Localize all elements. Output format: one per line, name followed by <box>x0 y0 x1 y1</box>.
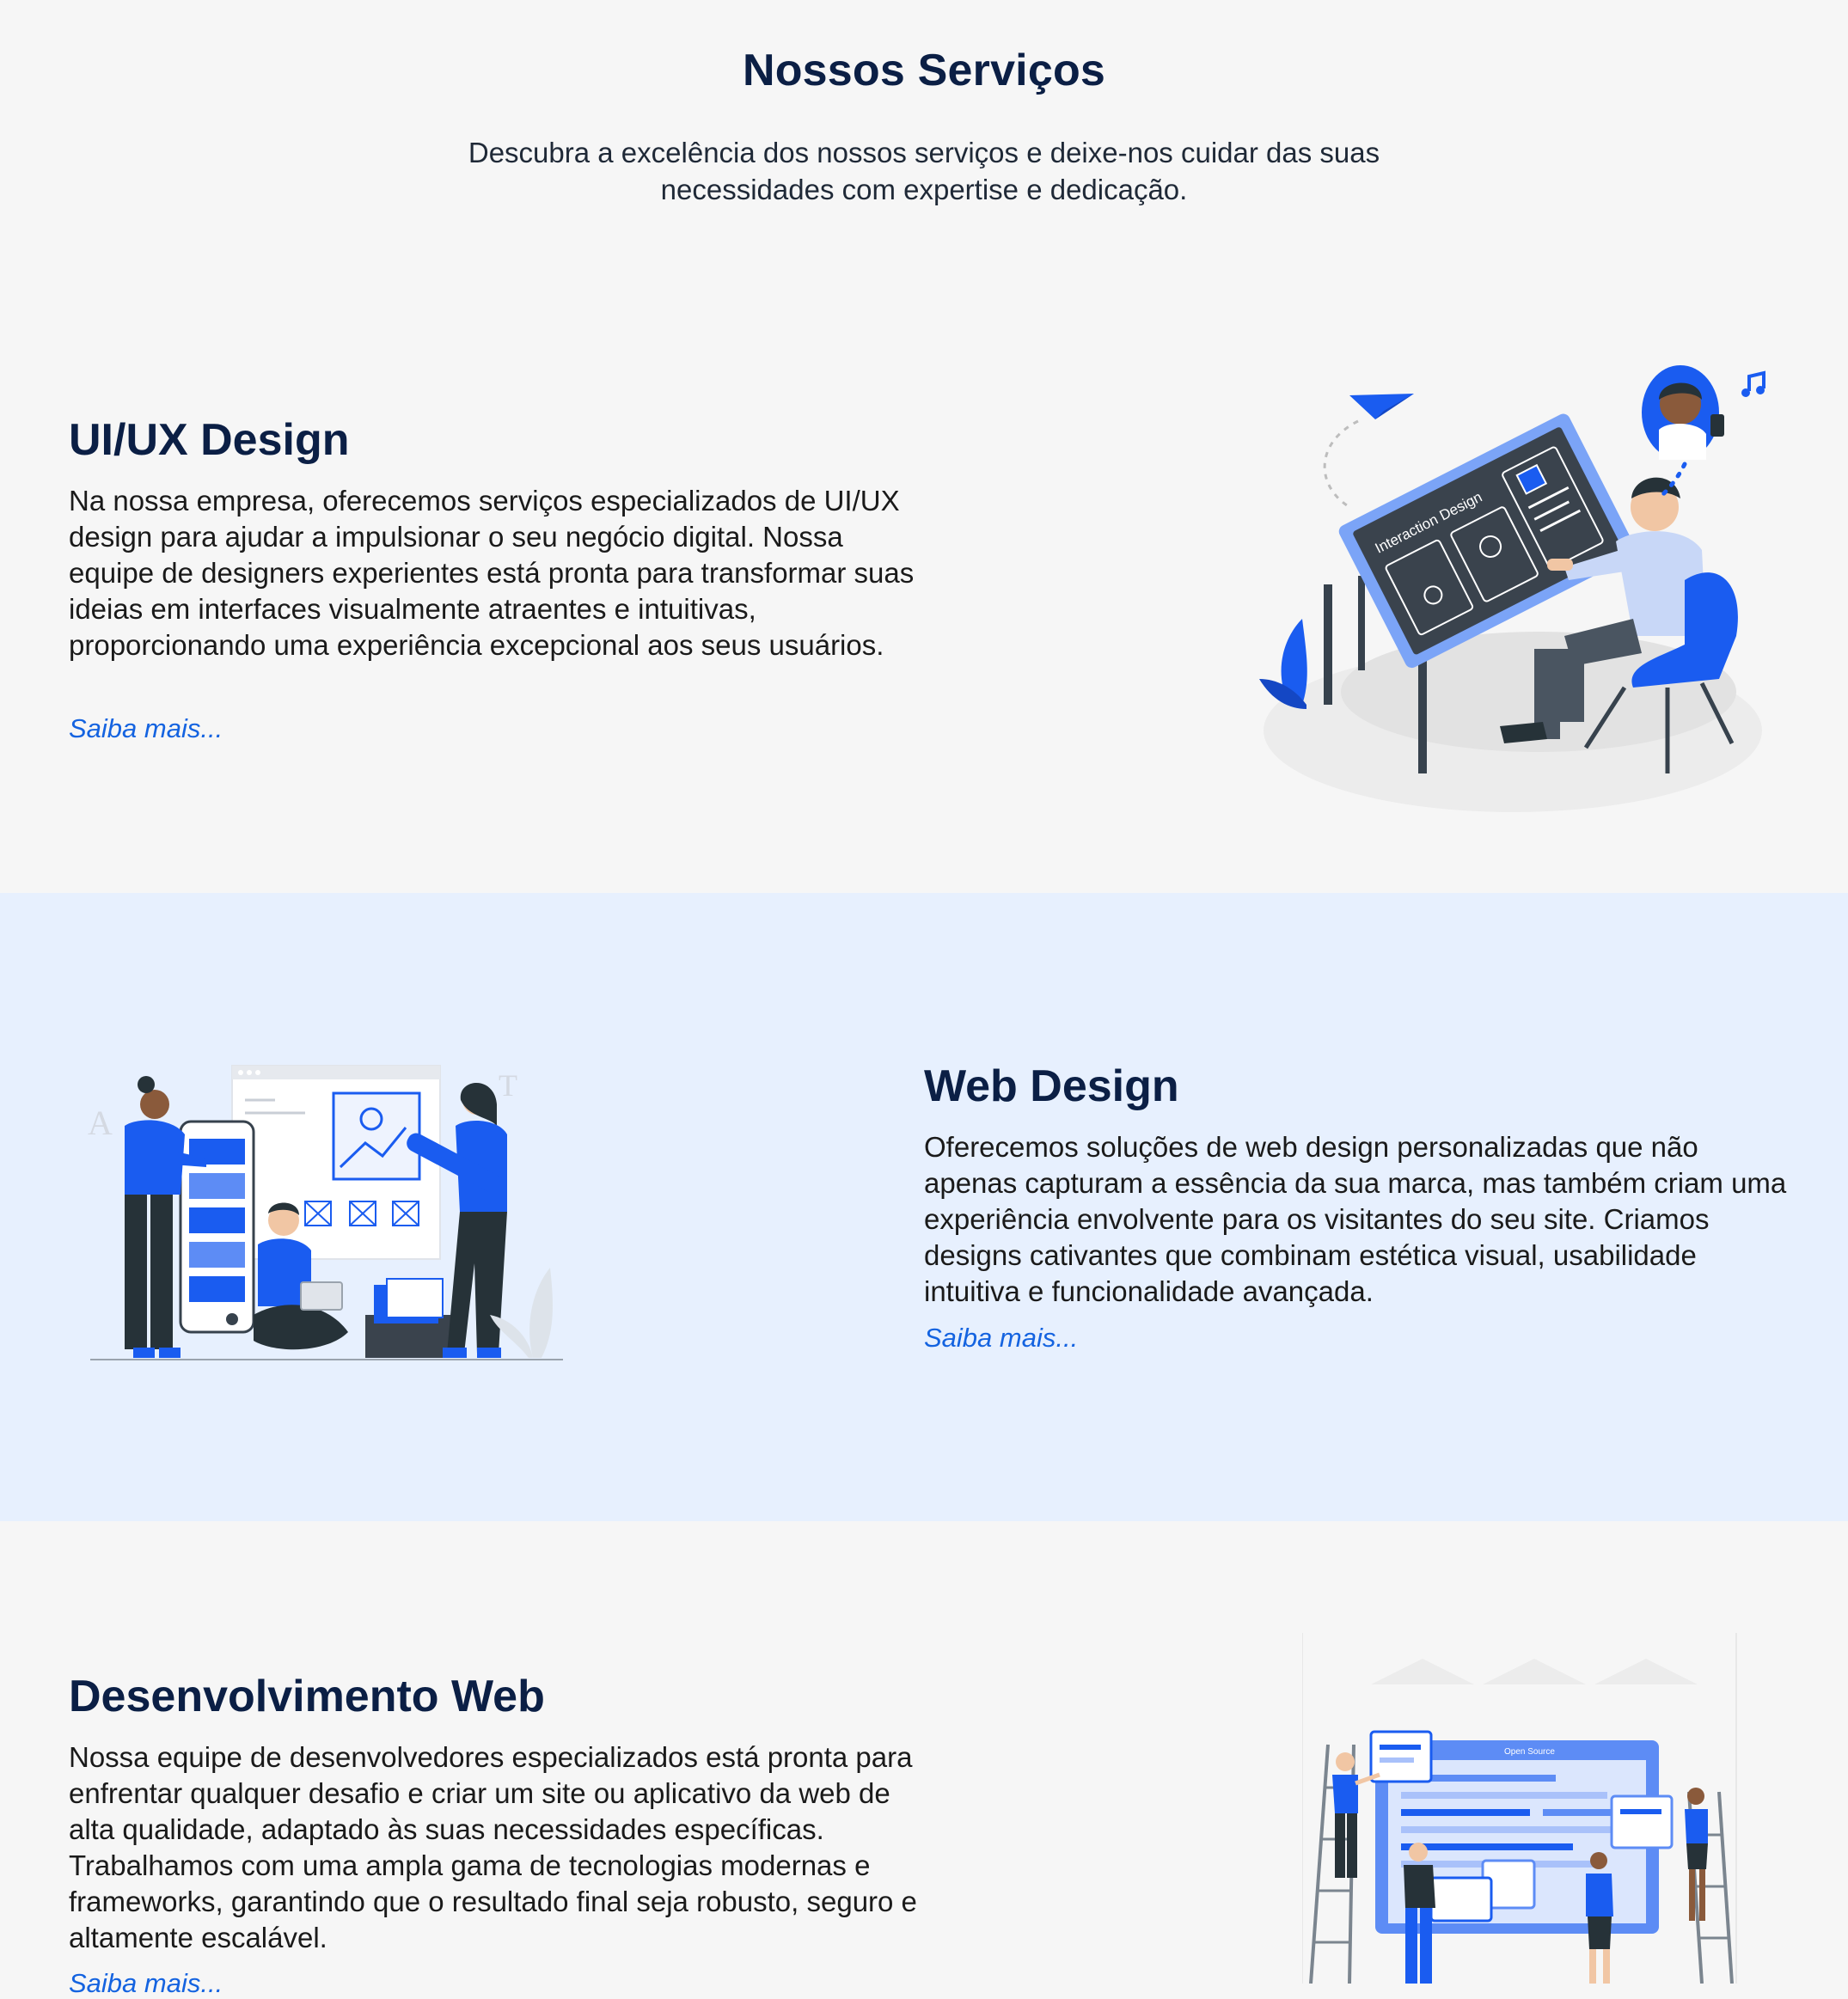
service-title: Desenvolvimento Web <box>69 1672 545 1721</box>
plant-icon <box>1259 619 1307 709</box>
web-design-team-illustration: A T <box>88 1065 563 1360</box>
service-title: Web Design <box>924 1061 1179 1111</box>
learn-more-link[interactable]: Saiba mais... <box>69 1968 223 1999</box>
learn-more-link[interactable]: Saiba mais... <box>924 1323 1078 1354</box>
service-description: Na nossa empresa, oferecemos serviços es… <box>69 485 915 661</box>
interaction-design-illustration: Interaction Design <box>1259 365 1765 812</box>
paper-plane-icon <box>1349 394 1414 419</box>
service-title: UI/UX Design <box>69 415 350 465</box>
page-subtitle: Descubra a excelência dos nossos serviço… <box>468 137 1380 205</box>
service-description: Nossa equipe de desenvolvedores especial… <box>69 1741 917 1953</box>
window-title: Open Source <box>1504 1747 1555 1757</box>
learn-more-link[interactable]: Saiba mais... <box>69 713 223 744</box>
svg-text:T: T <box>499 1068 517 1103</box>
woman-with-phone <box>1642 365 1724 460</box>
open-source-development-illustration: Open Source <box>1302 1633 1737 1984</box>
music-note-icon <box>1741 370 1765 397</box>
service-description: Oferecemos soluções de web design person… <box>924 1131 1787 1307</box>
svg-text:A: A <box>88 1103 113 1142</box>
page-title: Nossos Serviços <box>742 46 1106 95</box>
